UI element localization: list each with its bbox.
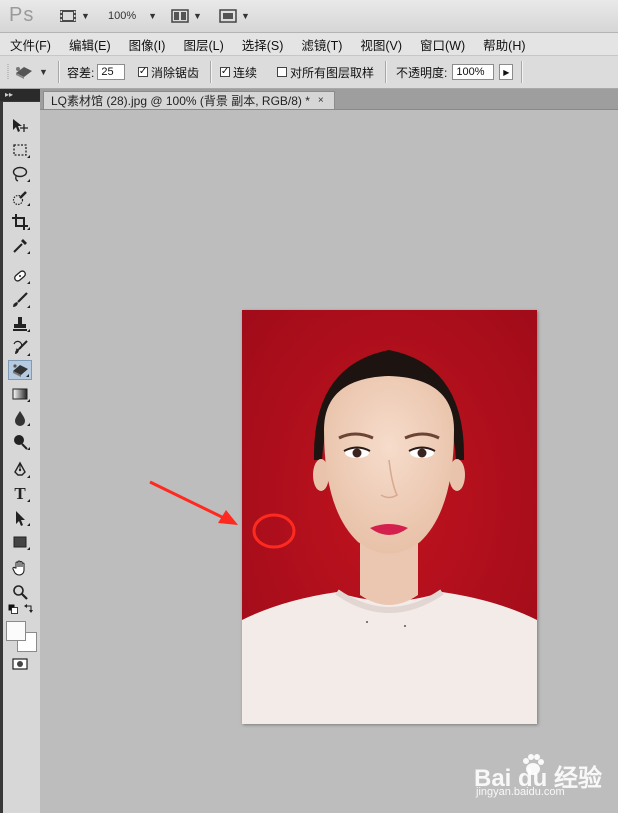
sample-all-layers-checkbox[interactable]: 对所有图层取样 (277, 56, 374, 88)
tools-column: T (3, 102, 40, 813)
menu-file[interactable]: 文件(F) (0, 35, 59, 54)
marquee-tool-icon[interactable] (8, 140, 32, 160)
screen-mode-button[interactable]: ▼ (219, 6, 250, 26)
tolerance-group: 容差: 25 (67, 56, 126, 88)
chevron-down-icon: ▼ (81, 11, 90, 21)
tool-options-bar: ▼ 容差: 25 ✓ 消除锯齿 ✓ 连续 对所有图层取样 不透明度: 100% … (0, 56, 618, 89)
screen-mode-icon (219, 9, 237, 23)
history-brush-tool-icon[interactable] (8, 338, 32, 358)
document-tab-title: LQ素材馆 (28).jpg @ 100% (背景 副本, RGB/8) * (51, 94, 310, 108)
lasso-tool-icon[interactable] (8, 164, 32, 184)
rectangle-tool-icon[interactable] (8, 532, 32, 552)
gradient-tool-icon[interactable] (8, 384, 32, 404)
menu-image[interactable]: 图像(I) (119, 35, 174, 54)
options-divider (210, 61, 212, 83)
contiguous-check[interactable]: ✓ (220, 67, 230, 77)
zoom-level-dropdown[interactable]: 100% ▼ (108, 6, 157, 26)
options-divider (58, 61, 60, 83)
chevron-down-icon: ▼ (241, 11, 250, 21)
document-canvas-image[interactable] (242, 310, 537, 724)
close-icon[interactable]: × (318, 95, 324, 106)
type-glyph: T (14, 484, 26, 503)
document-tab-strip: LQ素材馆 (28).jpg @ 100% (背景 副本, RGB/8) * × (40, 89, 618, 110)
swap-colors-icon[interactable] (24, 604, 34, 614)
opacity-slider-toggle[interactable]: ▶ (499, 64, 514, 80)
eyedropper-tool-icon[interactable] (8, 236, 32, 256)
foreground-background-swatches[interactable] (5, 620, 37, 652)
dodge-tool-icon[interactable] (8, 432, 32, 452)
tolerance-input[interactable]: 25 (97, 64, 126, 80)
sample-all-layers-check[interactable] (277, 67, 287, 77)
menu-filter[interactable]: 滤镜(T) (291, 35, 350, 54)
double-chevron-icon: ▸▸ (5, 90, 14, 99)
arrange-documents-icon (171, 9, 189, 23)
launch-bridge-button[interactable]: ▼ (59, 6, 90, 26)
path-selection-tool-icon[interactable] (8, 508, 32, 528)
chevron-down-icon: ▼ (39, 67, 48, 77)
opacity-group: 不透明度: 100% ▶ (396, 56, 514, 88)
tolerance-label: 容差: (67, 65, 95, 80)
move-tool-icon[interactable] (8, 116, 32, 136)
contiguous-label: 连续 (233, 65, 258, 80)
foreground-color-swatch[interactable] (6, 621, 26, 641)
watermark-url: jingyan.baidu.com (476, 786, 565, 798)
opacity-input[interactable]: 100% (452, 64, 495, 80)
chevron-down-icon: ▼ (193, 11, 202, 21)
menu-select[interactable]: 选择(S) (232, 35, 292, 54)
chevron-down-icon: ▼ (148, 11, 158, 21)
arrange-documents-button[interactable]: ▼ (171, 6, 202, 26)
sample-all-layers-label: 对所有图层取样 (290, 65, 375, 80)
default-colors-icon[interactable] (8, 604, 18, 614)
clone-stamp-tool-icon[interactable] (8, 314, 32, 334)
triangle-right-icon: ▶ (503, 67, 510, 77)
baidu-jingyan-watermark: Bai du 经验 jingyan.baidu.com (474, 752, 614, 800)
quick-mask-icon[interactable] (8, 654, 32, 674)
menu-bar: 文件(F) 编辑(E) 图像(I) 图层(L) 选择(S) 滤镜(T) 视图(V… (0, 33, 618, 56)
blur-tool-icon[interactable] (8, 408, 32, 428)
zoom-tool-icon[interactable] (8, 582, 32, 602)
menu-window[interactable]: 窗口(W) (410, 35, 473, 54)
quick-selection-tool-icon[interactable] (8, 188, 32, 208)
hand-tool-icon[interactable] (8, 558, 32, 578)
antialias-checkbox[interactable]: ✓ 消除锯齿 (138, 56, 199, 88)
zoom-level-value: 100% (108, 10, 137, 22)
tools-panel: ▸▸ T (0, 89, 40, 813)
menu-help[interactable]: 帮助(H) (473, 35, 533, 54)
photoshop-logo: Ps (9, 4, 35, 26)
healing-brush-tool-icon[interactable] (8, 266, 32, 286)
portrait-photo (242, 310, 537, 724)
eraser-preset-icon (7, 64, 32, 80)
antialias-check[interactable]: ✓ (138, 67, 148, 77)
crop-tool-icon[interactable] (8, 212, 32, 232)
antialias-label: 消除锯齿 (151, 65, 200, 80)
background-eraser-tool-icon[interactable] (8, 360, 32, 380)
type-tool-icon[interactable]: T (8, 484, 32, 504)
options-divider (385, 61, 387, 83)
options-divider (521, 61, 523, 83)
tools-panel-collapse[interactable]: ▸▸ (0, 89, 40, 101)
film-strip-icon (60, 10, 76, 22)
default-colors-swap-group (8, 602, 34, 616)
application-bar: Ps ▼ 100% ▼ ▼ ▼ (0, 0, 618, 33)
opacity-label: 不透明度: (396, 65, 448, 80)
pen-tool-icon[interactable] (8, 460, 32, 480)
document-tab[interactable]: LQ素材馆 (28).jpg @ 100% (背景 副本, RGB/8) * × (43, 91, 335, 109)
brush-tool-icon[interactable] (8, 290, 32, 310)
tool-preset-picker[interactable]: ▼ (6, 56, 48, 88)
menu-view[interactable]: 视图(V) (350, 35, 410, 54)
contiguous-checkbox[interactable]: ✓ 连续 (220, 56, 257, 88)
menu-layer[interactable]: 图层(L) (173, 35, 231, 54)
menu-edit[interactable]: 编辑(E) (59, 35, 119, 54)
